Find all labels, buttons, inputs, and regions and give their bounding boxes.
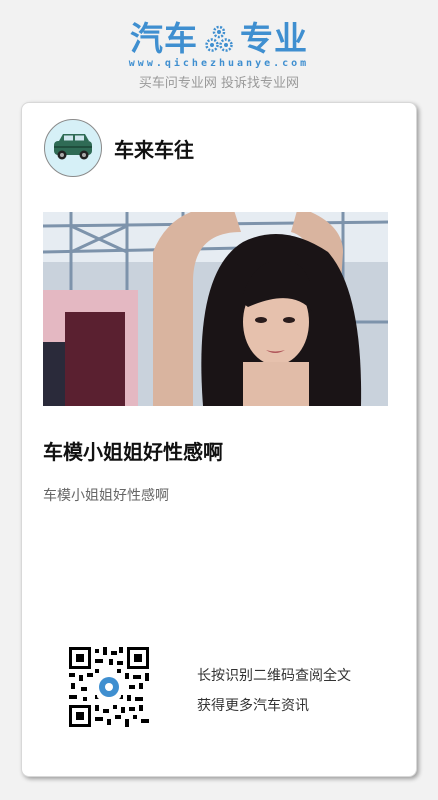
logo-text-right: 专业: [240, 19, 308, 58]
site-header: 汽车 专业 www.qichezhuanye.com 买车问专业网 投诉找专业网: [0, 0, 438, 100]
qr-code[interactable]: [69, 647, 149, 727]
site-url: www.qichezhuanye.com: [128, 58, 310, 69]
gear-icon: [204, 24, 234, 54]
article-summary: 车模小姐姐好性感啊: [43, 488, 169, 504]
site-slogan: 买车问专业网 投诉找专业网: [138, 76, 300, 91]
source-name: 车来车往: [114, 138, 194, 162]
article-title: 车模小姐姐好性感啊: [43, 440, 223, 464]
article-image[interactable]: [43, 212, 388, 406]
logo-text-left: 汽车: [130, 19, 198, 58]
qr-instruction: 长按识别二维码查阅全文: [197, 668, 351, 684]
article-card[interactable]: 车来车往 车模小姐姐好性感啊 车模小姐姐好性感啊 长按识别二维码查阅全文 获得更…: [21, 102, 417, 777]
site-logo[interactable]: 汽车 专业: [0, 18, 438, 60]
car-icon: [44, 119, 102, 177]
qr-benefit: 获得更多汽车资讯: [197, 698, 309, 714]
